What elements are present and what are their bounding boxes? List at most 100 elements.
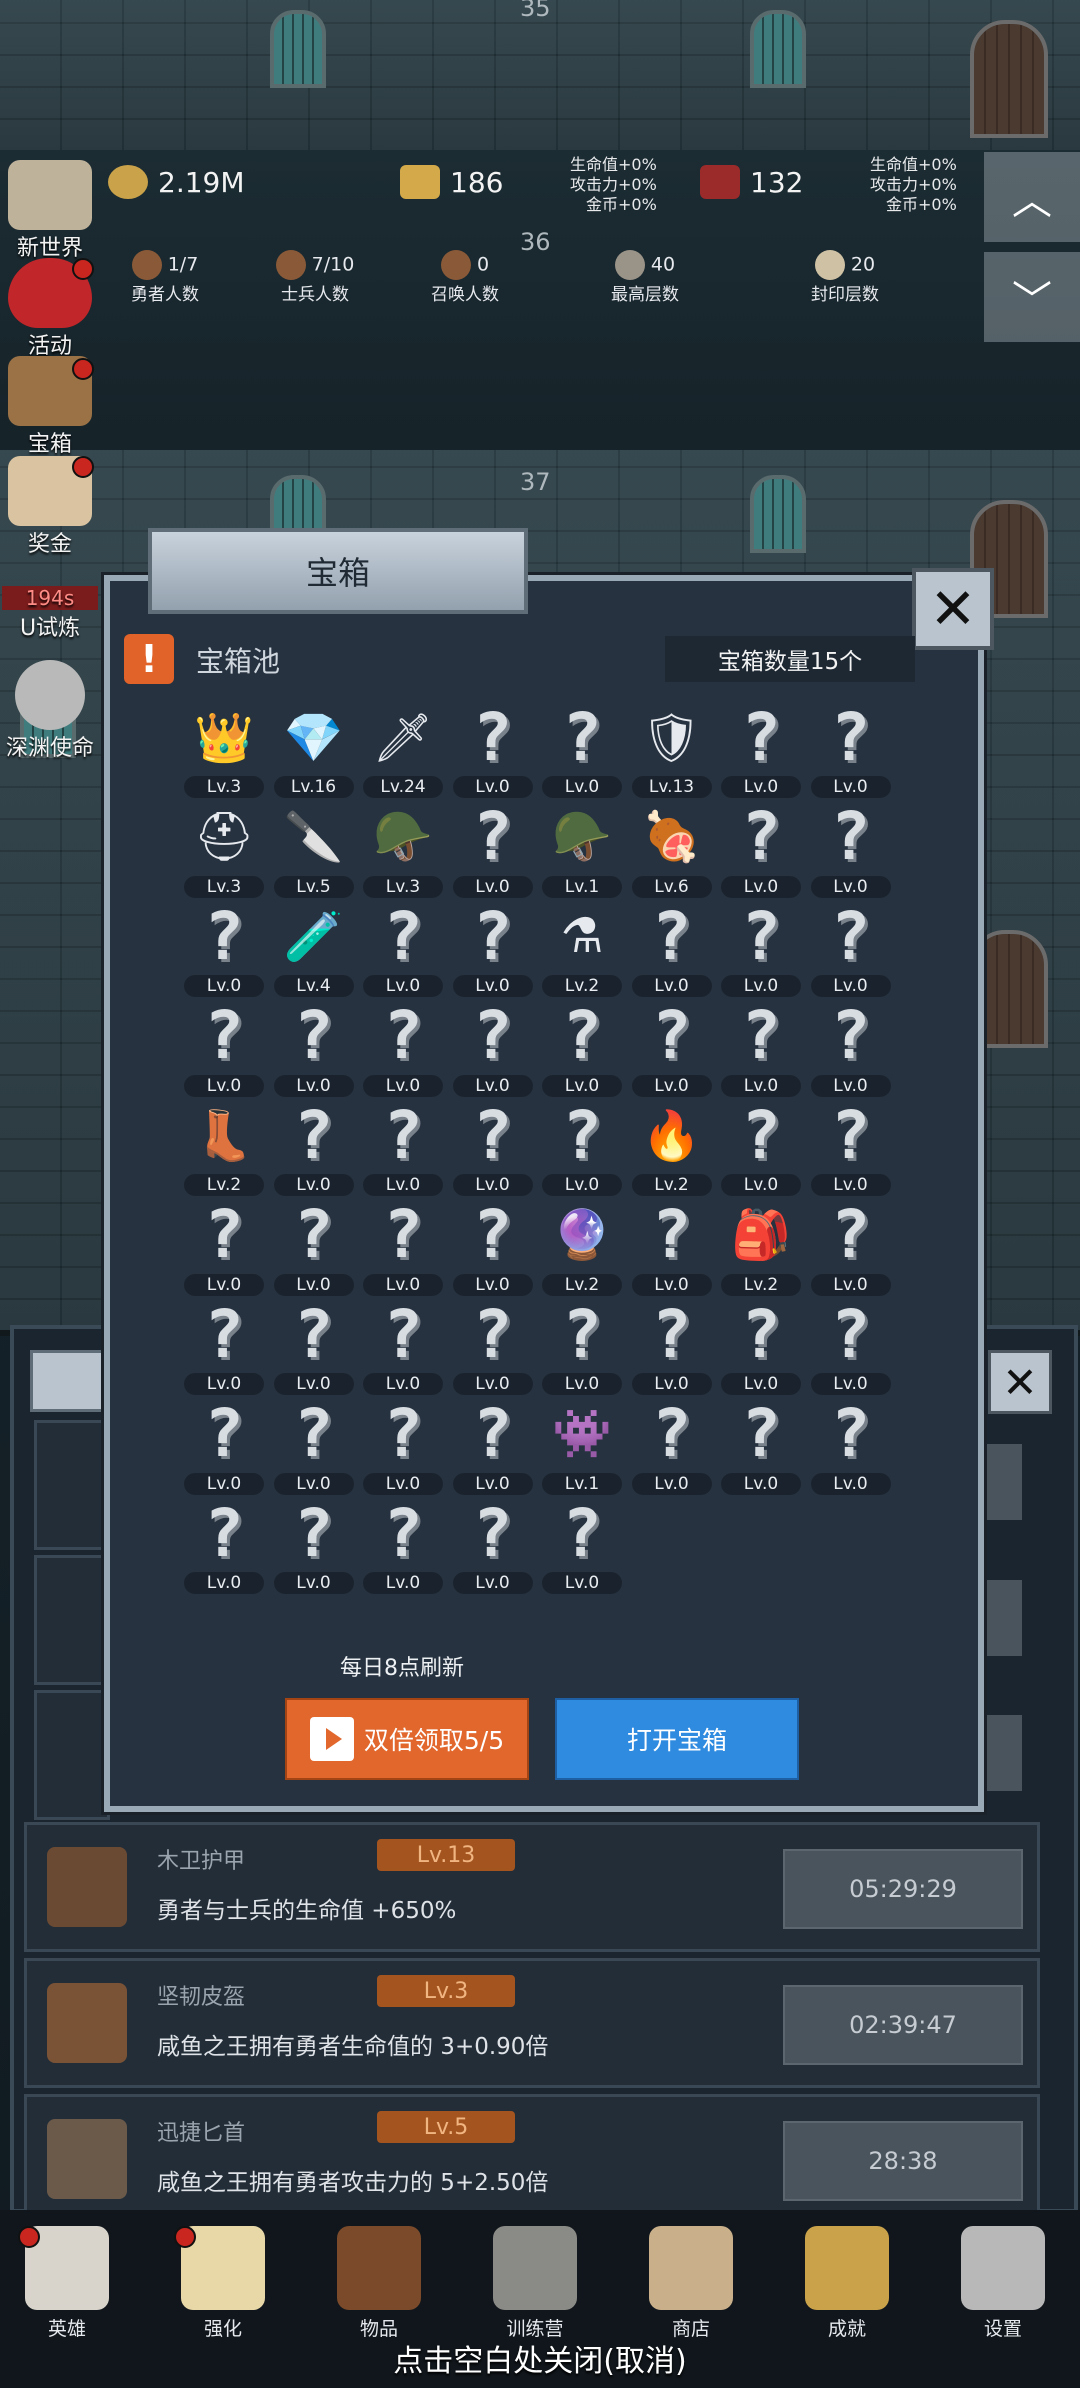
chest-item-slot[interactable]: ? Lv.0 [273,1196,354,1298]
chest-item-slot[interactable]: ? Lv.0 [631,1296,712,1397]
buff-summary-right: 生命值+0% 攻击力+0% 金币+0% [870,155,957,215]
nav-item[interactable]: 英雄 [12,2226,122,2341]
chest-item-slot[interactable]: ? Lv.0 [721,798,801,900]
chest-item-slot[interactable]: ? Lv.0 [810,997,891,1099]
open-chest-button[interactable]: 打开宝箱 [555,1698,799,1780]
green-potion-icon: 🧪 [283,908,344,965]
reward-timer[interactable]: 28:38 [783,2121,1023,2201]
chest-item-slot[interactable]: ? Lv.0 [542,1296,622,1397]
scroll-down-button[interactable]: ﹀ [984,252,1080,342]
chest-item-slot[interactable]: 🗡 Lv.24 [363,700,443,800]
nav-item[interactable]: 物品 [324,2226,434,2341]
chest-item-slot[interactable]: ? Lv.0 [452,1097,533,1198]
chest-item-slot[interactable]: ? Lv.0 [363,1296,443,1397]
chest-item-slot[interactable]: ? Lv.0 [363,1097,443,1198]
nav-item[interactable]: 成就 [792,2226,902,2341]
chest-item-slot[interactable]: ? Lv.0 [273,997,354,1099]
unknown-icon: ? [830,1096,871,1174]
item-level-label: Lv.0 [542,1074,622,1097]
chest-item-slot[interactable]: ? Lv.0 [184,898,264,999]
chest-item-slot[interactable]: ? Lv.0 [721,1395,801,1497]
reward-row[interactable]: 木卫护甲 Lv.13 勇者与士兵的生命值 +650% 05:29:29 [24,1822,1040,1952]
chest-item-slot[interactable]: 👢 Lv.2 [184,1098,264,1198]
chest-item-slot[interactable]: ? Lv.0 [810,1395,891,1497]
chest-item-slot[interactable]: ? Lv.0 [452,898,533,999]
chest-item-slot[interactable]: ? Lv.0 [810,898,891,999]
chest-item-slot[interactable]: ? Lv.0 [631,1196,712,1298]
chest-item-slot[interactable]: ? Lv.0 [542,997,622,1099]
chest-item-slot[interactable]: ? Lv.0 [810,699,891,800]
chest-item-slot[interactable]: ⚗ Lv.2 [542,899,622,999]
side-menu-new-world[interactable]: 新世界 [0,160,100,262]
chest-item-slot[interactable]: ? Lv.0 [184,1395,264,1497]
nav-item[interactable]: 训练营 [480,2226,590,2341]
chest-item-slot[interactable]: 🔥 Lv.2 [631,1098,712,1198]
chest-item-slot[interactable]: ? Lv.0 [631,898,712,999]
reward-timer[interactable]: 05:29:29 [783,1849,1023,1929]
chest-item-slot[interactable]: ? Lv.0 [810,1096,891,1198]
chest-item-slot[interactable]: ? Lv.0 [273,1097,354,1198]
chest-item-slot[interactable]: ? Lv.0 [721,699,801,800]
chest-item-slot[interactable]: ? Lv.0 [184,997,264,1099]
unknown-icon: ? [830,798,871,875]
chest-item-slot[interactable]: 👾 Lv.1 [542,1397,622,1497]
modal-close-button[interactable]: ✕ [912,568,994,650]
chest-item-slot[interactable]: ? Lv.0 [452,1495,533,1596]
chest-item-slot[interactable]: ? Lv.0 [810,1296,891,1397]
chest-item-slot[interactable]: ? Lv.0 [631,997,712,1099]
chest-item-slot[interactable]: ? Lv.0 [363,1196,443,1298]
chest-item-slot[interactable]: ? Lv.0 [363,898,443,999]
chest-item-slot[interactable]: ? Lv.0 [542,699,622,800]
chest-item-slot[interactable]: ? Lv.0 [452,1196,533,1298]
chest-item-slot[interactable]: 🛡 Lv.13 [631,700,712,800]
chest-item-slot[interactable]: 🪖 Lv.1 [542,800,622,900]
chest-item-slot[interactable]: ? Lv.0 [721,1097,801,1198]
nav-item[interactable]: 商店 [636,2226,746,2341]
reward-list-close-button[interactable]: ✕ [988,1350,1052,1414]
chest-item-slot[interactable]: ? Lv.0 [452,1395,533,1497]
chest-item-slot[interactable]: ? Lv.0 [273,1495,354,1596]
chest-item-slot[interactable]: 🪖 Lv.3 [363,800,443,900]
chest-item-slot[interactable]: ? Lv.0 [542,1097,622,1198]
unknown-icon: ? [472,1295,513,1373]
reward-row[interactable]: 坚韧皮盔 Lv.3 咸鱼之王拥有勇者生命值的 3+0.90倍 02:39:47 [24,1958,1040,2088]
reward-timer[interactable]: 02:39:47 [783,1985,1023,2065]
chest-item-slot[interactable]: 🔪 Lv.5 [273,800,354,900]
chest-item-slot[interactable]: ? Lv.0 [363,1495,443,1596]
side-menu-trial[interactable]: 194s U试炼 [0,586,100,642]
seal-floor-value: 20 [850,253,876,276]
tap-to-close-hint[interactable]: 点击空白处关闭(取消) [0,2336,1080,2380]
chest-item-slot[interactable]: ? Lv.0 [721,898,801,999]
chest-item-slot[interactable]: 💎 Lv.16 [273,700,354,800]
chest-item-slot[interactable]: 🧪 Lv.4 [273,899,354,999]
chest-item-slot[interactable]: 🔮 Lv.2 [542,1198,622,1298]
chest-item-slot[interactable]: ? Lv.0 [452,1295,533,1397]
chest-item-slot[interactable]: ? Lv.0 [184,1196,264,1298]
chest-item-slot[interactable]: ⛑ Lv.3 [184,800,264,900]
chest-item-slot[interactable]: ? Lv.0 [273,1296,354,1397]
chest-item-slot[interactable]: ? Lv.0 [810,798,891,900]
chest-item-slot[interactable]: ? Lv.0 [721,1296,801,1397]
chest-item-slot[interactable]: 🎒 Lv.2 [721,1198,801,1298]
chest-item-slot[interactable]: ? Lv.0 [452,997,533,1099]
side-menu-abyss[interactable]: 深渊使命 [0,660,100,762]
double-claim-button[interactable]: 双倍领取5/5 [285,1698,529,1780]
chest-item-slot[interactable]: ? Lv.0 [542,1495,622,1596]
chest-item-slot[interactable]: ? Lv.0 [363,1395,443,1497]
chest-item-slot[interactable]: ? Lv.0 [810,1196,891,1298]
chest-item-slot[interactable]: ? Lv.0 [184,1495,264,1596]
chest-item-slot[interactable]: ? Lv.0 [631,1395,712,1497]
nav-item[interactable]: 设置 [948,2226,1058,2341]
chest-item-slot[interactable]: ? Lv.0 [363,997,443,1099]
chest-item-slot[interactable]: ? Lv.0 [721,997,801,1099]
chest-item-slot[interactable]: ? Lv.0 [273,1395,354,1497]
chest-item-slot[interactable]: ? Lv.0 [452,699,533,800]
chest-item-slot[interactable]: ? Lv.0 [184,1296,264,1397]
chest-item-slot[interactable]: 👑 Lv.3 [184,700,264,800]
scroll-up-button[interactable]: ︿ [984,152,1080,242]
nav-item[interactable]: 强化 [168,2226,278,2341]
chest-item-slot[interactable]: 🍖 Lv.6 [631,800,712,900]
chest-item-slot[interactable]: ? Lv.0 [452,798,533,900]
reward-row[interactable]: 迅捷匕首 Lv.5 咸鱼之王拥有勇者攻击力的 5+2.50倍 28:38 [24,2094,1040,2224]
item-level-label: Lv.0 [721,975,801,997]
